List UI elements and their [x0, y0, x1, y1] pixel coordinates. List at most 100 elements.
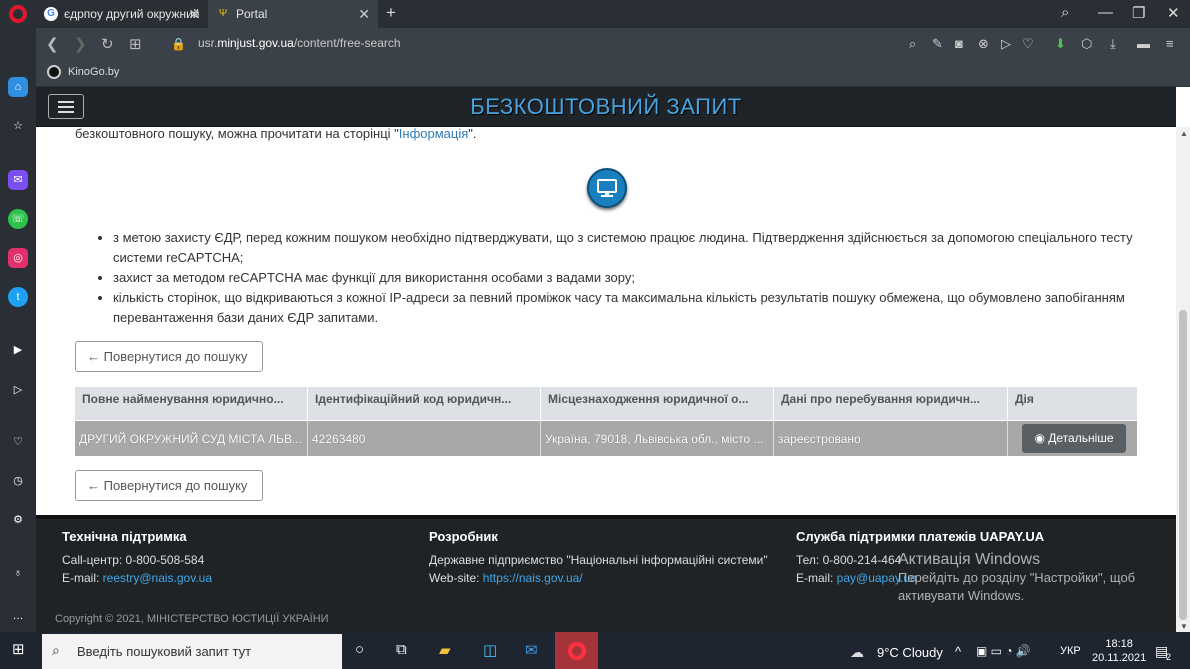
col-header-location[interactable]: Місцезнаходження юридичної о...: [541, 387, 774, 420]
col-header-name[interactable]: Повне найменування юридично...: [75, 387, 308, 420]
back-to-search-button-bottom[interactable]: ← Повернутися до пошуку: [75, 470, 263, 501]
cell-location: Україна, 79018, Львівська обл., місто ..…: [541, 421, 774, 456]
chevron-up-icon[interactable]: ^: [955, 644, 961, 659]
language-indicator[interactable]: УКР: [1060, 645, 1081, 657]
support-phone: Call-центр: 0-800-508-584: [62, 553, 205, 567]
settings-icon[interactable]: ⚙: [8, 510, 28, 530]
download-ext-icon[interactable]: ⬇: [1055, 36, 1066, 52]
windows-start-icon[interactable]: ⊞: [12, 640, 25, 658]
file-explorer-icon[interactable]: ▰: [439, 641, 451, 659]
url-path: /content/free-search: [293, 36, 401, 50]
url-field[interactable]: usr.minjust.gov.ua/content/free-search: [198, 36, 401, 50]
scrollbar-thumb[interactable]: [1179, 310, 1187, 620]
downloads-icon[interactable]: ⤓: [1110, 36, 1116, 52]
support-title: Технічна підтримка: [62, 529, 187, 544]
cell-status: зареєстровано: [774, 421, 1008, 456]
restore-button[interactable]: ❐: [1132, 4, 1145, 22]
email-label: E-mail:: [796, 571, 837, 585]
col-header-action: Дія: [1015, 392, 1034, 406]
new-tab-button[interactable]: +: [386, 3, 396, 23]
flow-icon[interactable]: ▷: [8, 380, 28, 400]
copyright: Copyright © 2021, МІНІСТЕРСТВО ЮСТИЦІЇ У…: [55, 613, 329, 625]
clock-time: 18:18: [1105, 638, 1133, 650]
player-icon[interactable]: ▶: [8, 340, 28, 360]
opera-logo[interactable]: [9, 5, 27, 23]
messenger-icon[interactable]: ✉: [8, 170, 28, 190]
url-prefix: usr.: [198, 36, 218, 50]
scroll-down-icon[interactable]: ▼: [1180, 622, 1188, 631]
tray-icons[interactable]: ▣ ▭ ◔ 🔊: [976, 644, 1031, 658]
tab-google[interactable]: G єдрпоу другий окружний ✕: [36, 0, 208, 28]
minimize-button[interactable]: —: [1098, 4, 1113, 21]
scroll-up-icon[interactable]: ▲: [1180, 129, 1188, 138]
cloud-icon: ☁: [850, 644, 864, 660]
intro-body: безкоштовного пошуку, можна прочитати на…: [75, 126, 399, 141]
store-icon[interactable]: ◫: [483, 641, 497, 659]
monitor-icon: [587, 168, 627, 208]
history-icon[interactable]: ◷: [8, 471, 28, 491]
info-link[interactable]: Інформація: [399, 126, 469, 141]
favorites-icon[interactable]: ♡: [8, 432, 28, 452]
instagram-icon[interactable]: ◎: [8, 248, 28, 268]
details-label: Детальніше: [1048, 431, 1114, 445]
col-header-code[interactable]: Ідентифікаційний код юридичн...: [308, 387, 541, 420]
search-tabs-icon[interactable]: ⌕: [1061, 4, 1069, 21]
page-title: БЕЗКОШТОВНИЙ ЗАПИТ: [470, 94, 742, 119]
forward-icon[interactable]: ❯: [74, 35, 87, 53]
bookmark-kinogo[interactable]: KinoGo.by: [68, 66, 119, 78]
more-icon[interactable]: …: [8, 606, 28, 626]
developer-web-link[interactable]: https://nais.gov.ua/: [483, 571, 583, 585]
watermark-line2: активувати Windows.: [898, 588, 1025, 603]
mail-icon[interactable]: ✉: [525, 641, 538, 659]
tab-title: Portal: [236, 7, 268, 21]
cell-code: 42263480: [308, 421, 541, 456]
developer-name: Державне підприємство "Національні інфор…: [429, 553, 768, 567]
clock[interactable]: 18:18 20.11.2021: [1092, 637, 1146, 665]
send-icon[interactable]: ▷: [1001, 36, 1011, 52]
snapshot-icon[interactable]: ◙: [955, 36, 963, 51]
col-header-status[interactable]: Дані про перебування юридичн...: [774, 387, 1008, 420]
heart-icon[interactable]: ♡: [1022, 36, 1034, 52]
whatsapp-icon[interactable]: ☏: [8, 209, 28, 229]
zoom-icon[interactable]: ⌕: [909, 36, 916, 52]
tab-portal[interactable]: Ψ Portal ✕: [208, 0, 378, 28]
battery-icon[interactable]: ▬: [1137, 36, 1150, 51]
tabs-grid-icon[interactable]: ⊞: [129, 35, 142, 53]
opera-icon: [568, 642, 586, 660]
watermark-line1: Перейдіть до розділу "Настройки", щоб: [898, 570, 1136, 585]
support-email-line: E-mail: reestry@nais.gov.ua: [62, 571, 212, 585]
close-tab-icon[interactable]: ✕: [358, 6, 370, 23]
close-window-button[interactable]: ✕: [1167, 4, 1180, 22]
search-icon: ⌕: [52, 642, 60, 658]
details-button[interactable]: ◉ Детальніше: [1022, 424, 1126, 453]
home-icon[interactable]: ⌂: [8, 77, 28, 97]
developer-title: Розробник: [429, 529, 498, 544]
windows-activation-watermark: Активація Windows Перейдіть до розділу "…: [898, 551, 1135, 605]
clock-date: 20.11.2021: [1092, 652, 1147, 664]
tab-title: єдрпоу другий окружний: [64, 7, 200, 21]
intro-tail: ".: [468, 126, 477, 141]
watermark-title: Активація Windows: [898, 551, 1041, 568]
back-icon[interactable]: ❮: [46, 35, 59, 53]
twitter-icon[interactable]: t: [8, 287, 28, 307]
bullet-item: захист за методом reCAPTCHA має функції …: [113, 268, 1142, 288]
payments-phone: Тел: 0-800-214-464: [796, 553, 902, 567]
cube-icon[interactable]: ⬡: [1081, 36, 1092, 52]
cortana-icon[interactable]: ○: [355, 641, 364, 658]
block-icon[interactable]: ⊗: [978, 36, 989, 52]
taskbar-search[interactable]: Введіть пошуковий запит тут: [42, 634, 342, 669]
weather-widget[interactable]: 9°C Cloudy: [877, 645, 943, 660]
web-label: Web-site:: [429, 571, 483, 585]
tips-icon[interactable]: ♁: [8, 563, 28, 583]
support-email-link[interactable]: reestry@nais.gov.ua: [103, 571, 212, 585]
edit-icon[interactable]: ✎: [932, 36, 943, 52]
close-tab-icon[interactable]: ✕: [188, 6, 200, 23]
url-domain: minjust.gov.ua: [217, 36, 294, 50]
task-view-icon[interactable]: ⧉: [396, 641, 407, 658]
easy-setup-icon[interactable]: ≡: [1166, 36, 1174, 51]
speed-dial-icon[interactable]: ☆: [8, 116, 28, 136]
reload-icon[interactable]: ↻: [101, 35, 114, 53]
email-label: E-mail:: [62, 571, 103, 585]
eye-icon: ◉: [1034, 431, 1049, 445]
back-to-search-button[interactable]: ← Повернутися до пошуку: [75, 341, 263, 372]
